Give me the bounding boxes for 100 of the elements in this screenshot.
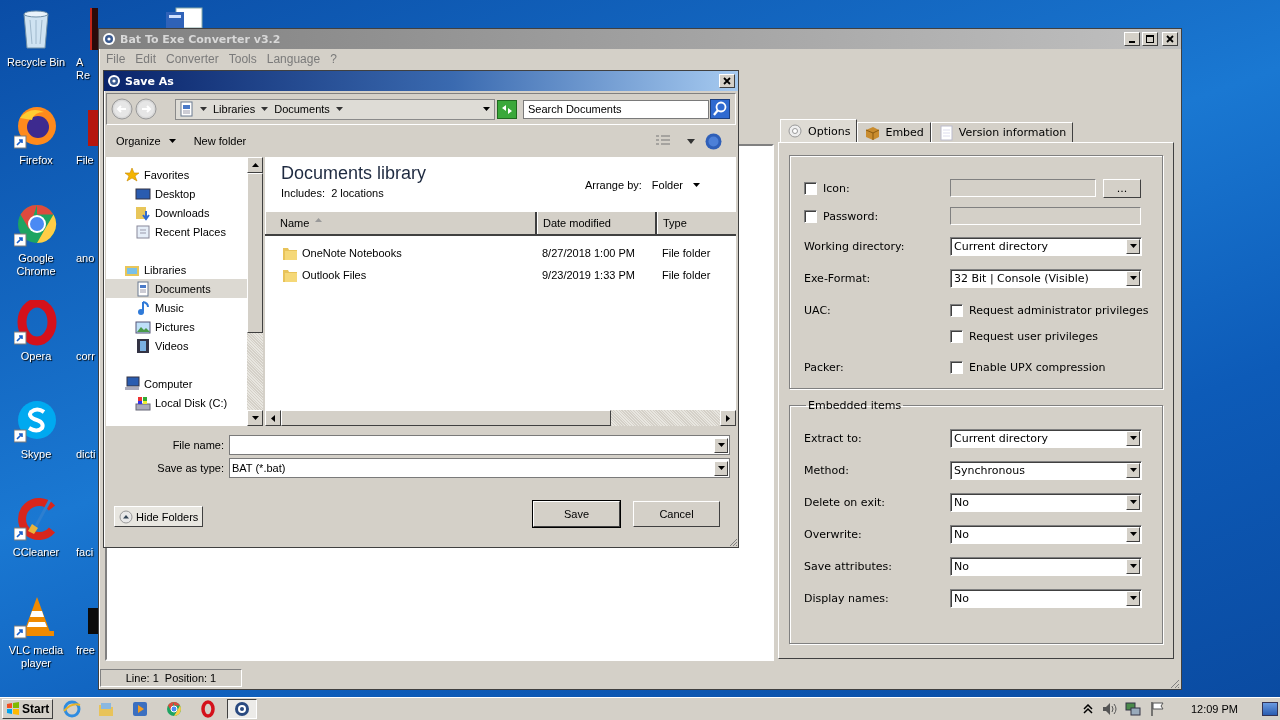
scroll-up-icon[interactable] (251, 163, 259, 167)
dropdown[interactable]: Current directory (950, 428, 1142, 448)
text-field[interactable] (950, 179, 1096, 197)
type-dropdown[interactable]: BAT (*.bat) (229, 458, 730, 478)
column-header[interactable]: Type (657, 212, 736, 234)
nav-item[interactable]: Downloads (106, 203, 247, 222)
checkbox[interactable] (950, 303, 963, 317)
icon-label: Skype (19, 448, 53, 461)
checkbox[interactable] (950, 329, 963, 343)
dropdown[interactable]: 32 Bit | Console (Visible) (950, 268, 1142, 288)
checkbox-label: Request administrator privileges (969, 303, 1149, 317)
nav-icon (135, 299, 151, 316)
nav-icon (135, 337, 151, 354)
column-header[interactable]: Date modified (537, 212, 657, 234)
dropdown[interactable]: No (950, 588, 1142, 608)
type-cell-text: File folder (661, 269, 711, 281)
maximize-icon (1145, 34, 1155, 44)
checkbox[interactable] (950, 360, 963, 374)
nav-item[interactable]: Desktop (106, 184, 247, 203)
app-icon (63, 700, 82, 718)
save-button[interactable]: Save (533, 501, 620, 527)
gear-icon (102, 32, 116, 46)
app-icon (97, 700, 116, 718)
caret-icon (1129, 244, 1137, 248)
file-name-field[interactable] (229, 435, 730, 455)
flag-icon[interactable] (1148, 701, 1165, 717)
dropdown[interactable]: Synchronous (950, 460, 1142, 480)
field-label: Delete on exit: (804, 495, 885, 509)
nav-item[interactable]: Computer (106, 374, 247, 393)
cancel-button[interactable]: Cancel (633, 501, 720, 527)
scroll-down-icon[interactable] (251, 416, 259, 420)
dropdown[interactable]: No (950, 524, 1142, 544)
taskbar-button[interactable] (227, 699, 258, 719)
caret-icon (200, 107, 207, 111)
nav-item[interactable]: Music (106, 298, 247, 317)
date-cell-text: 9/23/2019 1:33 PM (541, 269, 636, 281)
maximize-button[interactable] (1142, 32, 1158, 46)
close-button[interactable] (719, 74, 735, 88)
icon-label: A Re (76, 56, 92, 82)
tab[interactable]: Embed (857, 122, 931, 142)
checkbox[interactable] (804, 209, 817, 223)
dropdown[interactable]: No (950, 492, 1142, 512)
icon-label: Recycle Bin (5, 56, 67, 69)
nav-item[interactable]: Libraries (106, 260, 247, 279)
refresh-button[interactable] (497, 99, 517, 119)
caret-icon (335, 107, 343, 111)
field-label: Working directory: (804, 239, 905, 253)
nav-item[interactable]: Documents (106, 279, 247, 298)
tab[interactable]: Version information (930, 122, 1074, 142)
network-icon[interactable] (1124, 701, 1141, 717)
speaker-icon[interactable] (1100, 701, 1117, 717)
field-label: Extract to: (804, 431, 862, 445)
nav-item[interactable]: Videos (106, 336, 247, 355)
collapse-icon (119, 509, 133, 524)
caret-icon (717, 466, 725, 470)
nav-item[interactable]: Pictures (106, 317, 247, 336)
file-name[interactable]: OneNote Notebooks (302, 247, 402, 259)
new-folder-button[interactable]: New folder (189, 133, 251, 149)
back-button[interactable] (111, 98, 133, 120)
file-name[interactable]: Outlook Files (302, 269, 367, 281)
arrange-dropdown[interactable]: Folder (651, 179, 700, 191)
address-bar[interactable]: Libraries Documents (175, 98, 495, 120)
chevron-up-icon[interactable] (1082, 704, 1093, 714)
hide-folders-button[interactable]: Hide Folders (114, 506, 204, 527)
minimize-button[interactable] (1124, 32, 1140, 46)
icon-label: faci (76, 546, 95, 559)
search-button[interactable] (710, 99, 730, 119)
dropdown[interactable]: No (950, 556, 1142, 576)
nav-icon (124, 166, 140, 183)
nav-item[interactable]: Local Disk (C:) (106, 393, 247, 412)
tab[interactable]: Options (780, 119, 858, 142)
document-icon (180, 101, 194, 117)
nav-item[interactable]: Favorites (106, 165, 247, 184)
icon-label: free (76, 644, 96, 657)
organize-button[interactable]: Organize (112, 133, 180, 149)
breadcrumb-item[interactable]: Libraries (213, 103, 256, 115)
scroll-left-icon[interactable] (271, 414, 275, 422)
close-icon (722, 76, 732, 86)
dropdown[interactable]: Current directory (950, 236, 1142, 256)
nav-item[interactable]: Recent Places (106, 222, 247, 241)
search-field[interactable]: Search Documents (523, 99, 709, 119)
clock[interactable]: 12:09 PM (1190, 703, 1238, 715)
scroll-right-icon[interactable] (726, 414, 730, 422)
show-desktop-button[interactable] (1262, 702, 1278, 716)
field-label: File name: (171, 439, 224, 451)
resize-grip[interactable] (728, 537, 738, 547)
checkbox[interactable] (804, 181, 817, 195)
breadcrumb-item[interactable]: Documents (274, 103, 330, 115)
browse-button[interactable]: ... (1103, 178, 1141, 198)
close-button[interactable] (1162, 32, 1178, 46)
minimize-icon (1129, 41, 1135, 43)
resize-grip[interactable] (1168, 677, 1180, 689)
forward-button[interactable] (135, 98, 157, 120)
icon-label: corr (76, 350, 96, 363)
scrollbar[interactable] (265, 410, 736, 426)
column-header[interactable]: Name (265, 212, 537, 234)
start-button[interactable]: Start (2, 699, 54, 719)
text-field[interactable] (950, 207, 1141, 225)
checkbox-label: Request user privileges (969, 329, 1099, 343)
scrollbar[interactable] (247, 157, 263, 426)
